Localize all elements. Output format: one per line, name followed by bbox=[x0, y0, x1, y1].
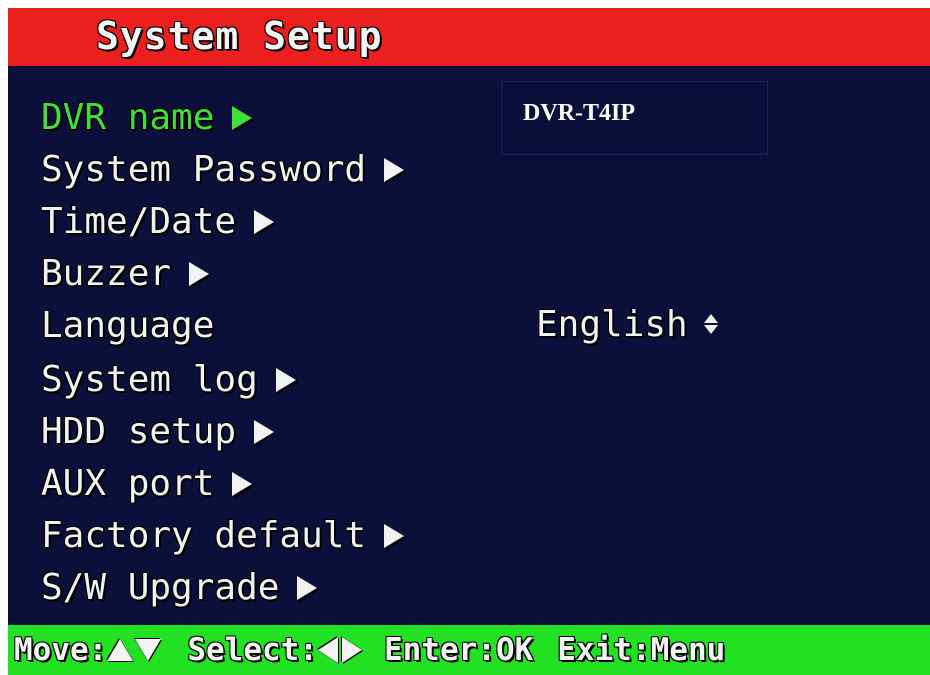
title-bar: System Setup bbox=[8, 8, 930, 66]
menu-item-dvr-name[interactable]: DVR name bbox=[41, 96, 253, 140]
language-value: English bbox=[536, 303, 688, 345]
arrow-right-icon bbox=[232, 472, 253, 496]
help-exit: Exit:Menu bbox=[557, 632, 726, 668]
help-move-label: Move: bbox=[14, 632, 108, 668]
menu-item-hdd-setup[interactable]: HDD setup bbox=[41, 410, 275, 454]
menu-item-language[interactable]: Language bbox=[41, 304, 214, 348]
dvr-name-field[interactable]: DVR-T4IP bbox=[501, 81, 768, 155]
arrow-left-icon bbox=[317, 637, 338, 663]
up-down-arrows-icon bbox=[703, 314, 718, 334]
menu-item-factory-default[interactable]: Factory default bbox=[41, 514, 405, 558]
arrow-down-icon bbox=[135, 639, 162, 661]
help-select: Select: bbox=[187, 632, 362, 668]
menu-item-system-log[interactable]: System log bbox=[41, 358, 296, 402]
help-enter: Enter:OK bbox=[383, 632, 534, 668]
arrow-right-icon bbox=[297, 576, 318, 600]
help-select-label: Select: bbox=[187, 632, 318, 668]
arrow-right-icon bbox=[384, 158, 405, 182]
key-help-bar: Move: Select: Enter:OK Exit:Menu bbox=[8, 625, 930, 675]
menu-item-label: Buzzer bbox=[41, 253, 172, 294]
dvr-name-value: DVR-T4IP bbox=[523, 100, 635, 126]
menu-item-system-password[interactable]: System Password bbox=[41, 148, 405, 192]
menu-item-sw-upgrade[interactable]: S/W Upgrade bbox=[41, 566, 318, 610]
menu-item-label: System Password bbox=[41, 149, 367, 190]
page-title: System Setup bbox=[96, 14, 383, 58]
menu-item-time-date[interactable]: Time/Date bbox=[41, 200, 275, 244]
menu-item-label: HDD setup bbox=[41, 411, 237, 452]
menu-item-label: DVR name bbox=[41, 97, 215, 138]
menu-item-label: Time/Date bbox=[41, 201, 237, 242]
arrow-right-icon bbox=[189, 262, 210, 286]
arrow-right-icon bbox=[254, 210, 275, 234]
language-selector[interactable]: English bbox=[536, 302, 718, 346]
arrow-right-icon bbox=[341, 637, 362, 663]
arrow-right-icon bbox=[275, 368, 296, 392]
menu-item-aux-port[interactable]: AUX port bbox=[41, 462, 253, 506]
help-move: Move: bbox=[14, 632, 162, 668]
menu-item-label: S/W Upgrade bbox=[41, 567, 280, 608]
menu-item-buzzer[interactable]: Buzzer bbox=[41, 252, 210, 296]
arrow-right-icon bbox=[232, 106, 253, 130]
dvr-osd-screen: System Setup DVR name System Password Ti… bbox=[8, 8, 930, 675]
arrow-up-icon bbox=[107, 639, 134, 661]
menu-item-label: Language bbox=[41, 305, 215, 346]
menu-item-label: System log bbox=[41, 359, 258, 400]
menu-item-label: Factory default bbox=[41, 515, 367, 556]
arrow-right-icon bbox=[384, 524, 405, 548]
arrow-right-icon bbox=[254, 420, 275, 444]
menu-item-label: AUX port bbox=[41, 463, 215, 504]
